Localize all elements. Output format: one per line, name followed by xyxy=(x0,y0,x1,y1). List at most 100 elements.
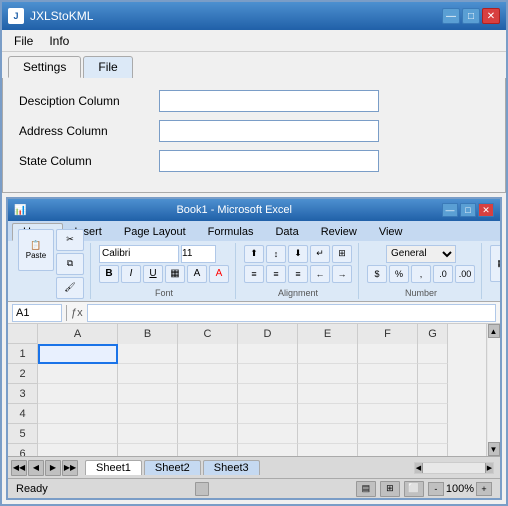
cell-a4[interactable] xyxy=(38,404,118,424)
align-left-button[interactable]: ≡ xyxy=(244,265,264,283)
sheet-tab-1[interactable]: Sheet1 xyxy=(85,460,142,475)
bold-button[interactable]: B xyxy=(99,265,119,283)
cell-b1[interactable] xyxy=(118,344,178,364)
scroll-up-button[interactable]: ▲ xyxy=(488,324,500,338)
decrease-decimal-button[interactable]: .0 xyxy=(433,265,453,283)
cell-c1[interactable] xyxy=(178,344,238,364)
percent-button[interactable]: % xyxy=(389,265,409,283)
align-center-button[interactable]: ≡ xyxy=(266,265,286,283)
cut-button[interactable]: ✂ xyxy=(56,229,84,251)
normal-view-button[interactable]: ▤ xyxy=(356,481,376,497)
italic-button[interactable]: I xyxy=(121,265,141,283)
cell-d3[interactable] xyxy=(238,384,298,404)
align-middle-button[interactable]: ↕ xyxy=(266,245,286,263)
cell-a6[interactable] xyxy=(38,444,118,456)
description-input[interactable] xyxy=(159,90,379,112)
sheet-nav-last[interactable]: ▶▶ xyxy=(62,460,78,476)
col-header-e[interactable]: E xyxy=(298,324,358,344)
cell-d2[interactable] xyxy=(238,364,298,384)
cell-e5[interactable] xyxy=(298,424,358,444)
col-header-b[interactable]: B xyxy=(118,324,178,344)
page-break-view-button[interactable]: ⬜ xyxy=(404,481,424,497)
align-top-button[interactable]: ⬆ xyxy=(244,245,264,263)
scroll-left-button[interactable]: ◀ xyxy=(415,463,423,473)
col-header-g[interactable]: G xyxy=(418,324,448,344)
align-bottom-button[interactable]: ⬇ xyxy=(288,245,308,263)
cell-b2[interactable] xyxy=(118,364,178,384)
comma-button[interactable]: , xyxy=(411,265,431,283)
paste-button[interactable]: 📋 Paste xyxy=(18,229,54,271)
scroll-down-button[interactable]: ▼ xyxy=(488,442,500,456)
sheet-tab-2[interactable]: Sheet2 xyxy=(144,460,201,475)
styles-gallery-button[interactable]: ▦ Styles xyxy=(490,245,502,282)
increase-indent-button[interactable]: → xyxy=(332,265,352,283)
cell-reference-input[interactable] xyxy=(12,304,62,322)
cell-e1[interactable] xyxy=(298,344,358,364)
cell-f6[interactable] xyxy=(358,444,418,456)
sheet-nav-prev[interactable]: ◀ xyxy=(28,460,44,476)
cell-f4[interactable] xyxy=(358,404,418,424)
border-button[interactable]: ▦ xyxy=(165,265,185,283)
cell-f5[interactable] xyxy=(358,424,418,444)
menu-item-file[interactable]: File xyxy=(6,32,41,50)
cell-g3[interactable] xyxy=(418,384,448,404)
cell-g1[interactable] xyxy=(418,344,448,364)
cell-b3[interactable] xyxy=(118,384,178,404)
increase-decimal-button[interactable]: .00 xyxy=(455,265,475,283)
fill-color-button[interactable]: A xyxy=(187,265,207,283)
cell-f1[interactable] xyxy=(358,344,418,364)
number-format-select[interactable]: General xyxy=(386,245,456,263)
font-color-button[interactable]: A xyxy=(209,265,229,283)
cell-b5[interactable] xyxy=(118,424,178,444)
cell-d5[interactable] xyxy=(238,424,298,444)
cell-a3[interactable] xyxy=(38,384,118,404)
cell-c2[interactable] xyxy=(178,364,238,384)
cell-e2[interactable] xyxy=(298,364,358,384)
formula-input[interactable] xyxy=(87,304,496,322)
cell-e3[interactable] xyxy=(298,384,358,404)
page-layout-view-button[interactable]: ⊞ xyxy=(380,481,400,497)
sheet-nav-first[interactable]: ◀◀ xyxy=(11,460,27,476)
decrease-indent-button[interactable]: ← xyxy=(310,265,330,283)
cell-c5[interactable] xyxy=(178,424,238,444)
col-header-d[interactable]: D xyxy=(238,324,298,344)
zoom-out-button[interactable]: - xyxy=(428,482,444,496)
excel-maximize-button[interactable]: □ xyxy=(460,203,476,217)
cell-a5[interactable] xyxy=(38,424,118,444)
minimize-button[interactable]: — xyxy=(442,8,460,24)
cell-c6[interactable] xyxy=(178,444,238,456)
cell-b6[interactable] xyxy=(118,444,178,456)
sheet-nav-next[interactable]: ▶ xyxy=(45,460,61,476)
cell-a2[interactable] xyxy=(38,364,118,384)
wrap-text-button[interactable]: ↵ xyxy=(310,245,330,263)
address-input[interactable] xyxy=(159,120,379,142)
merge-center-button[interactable]: ⊞ xyxy=(332,245,352,263)
zoom-in-button[interactable]: + xyxy=(476,482,492,496)
cell-c4[interactable] xyxy=(178,404,238,424)
maximize-button[interactable]: □ xyxy=(462,8,480,24)
close-button[interactable]: ✕ xyxy=(482,8,500,24)
scroll-right-button[interactable]: ▶ xyxy=(485,463,493,473)
font-size-input[interactable] xyxy=(181,245,216,263)
excel-minimize-button[interactable]: — xyxy=(442,203,458,217)
col-header-c[interactable]: C xyxy=(178,324,238,344)
vertical-scrollbar[interactable]: ▲ ▼ xyxy=(486,324,500,456)
cell-g2[interactable] xyxy=(418,364,448,384)
cell-d6[interactable] xyxy=(238,444,298,456)
excel-close-button[interactable]: ✕ xyxy=(478,203,494,217)
cell-f2[interactable] xyxy=(358,364,418,384)
function-wizard-icon[interactable]: ƒx xyxy=(71,307,83,319)
tab-settings[interactable]: Settings xyxy=(8,56,81,78)
cell-b4[interactable] xyxy=(118,404,178,424)
cell-d1[interactable] xyxy=(238,344,298,364)
cell-g4[interactable] xyxy=(418,404,448,424)
ribbon-tab-pagelayout[interactable]: Page Layout xyxy=(113,223,197,241)
cell-f3[interactable] xyxy=(358,384,418,404)
format-painter-button[interactable]: 🖌 xyxy=(56,277,84,299)
sheet-tab-3[interactable]: Sheet3 xyxy=(203,460,260,475)
font-name-input[interactable] xyxy=(99,245,179,263)
cell-g5[interactable] xyxy=(418,424,448,444)
ribbon-tab-review[interactable]: Review xyxy=(310,223,368,241)
ribbon-tab-view[interactable]: View xyxy=(368,223,414,241)
currency-button[interactable]: $ xyxy=(367,265,387,283)
